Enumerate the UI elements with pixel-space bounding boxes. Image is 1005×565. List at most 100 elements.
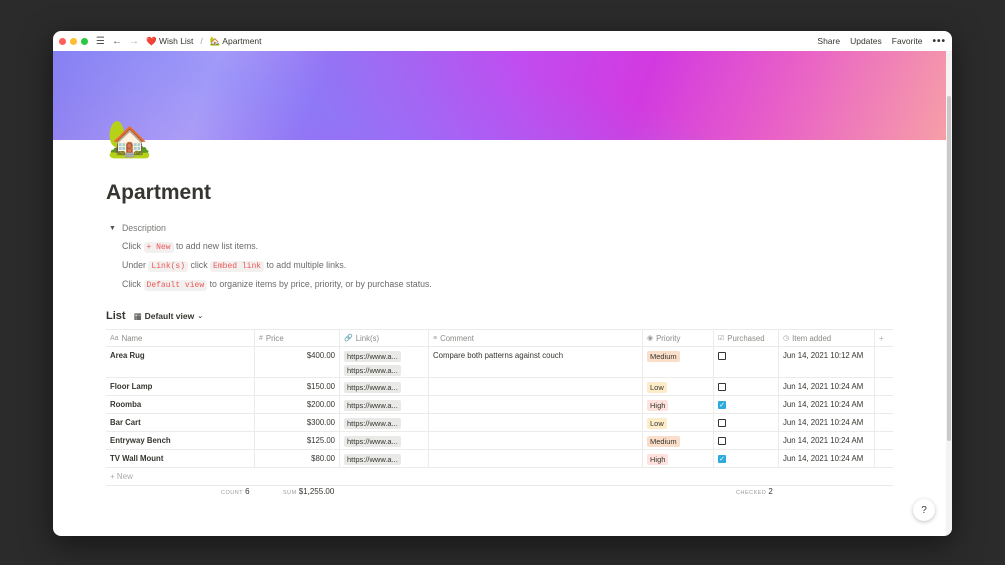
- cell-links[interactable]: https://www.a...: [340, 450, 429, 467]
- link-chip[interactable]: https://www.a...: [344, 436, 401, 447]
- cell-item-added: Jun 14, 2021 10:12 AM: [779, 347, 875, 377]
- empty-cell: [875, 378, 893, 395]
- table-icon: ▦: [133, 310, 142, 321]
- priority-tag: Low: [647, 382, 667, 393]
- column-header-comment[interactable]: ≡ Comment: [429, 330, 643, 346]
- cell-links[interactable]: https://www.a...: [340, 432, 429, 449]
- description-line: Under Link(s) click Embed link to add mu…: [122, 260, 347, 272]
- purchased-checkbox[interactable]: [718, 351, 726, 360]
- text-lines-icon: ≡: [433, 334, 438, 342]
- checked-summary[interactable]: CHECKED 2: [736, 487, 773, 496]
- column-header-links[interactable]: 🔗 Link(s): [340, 330, 429, 346]
- page-title[interactable]: Apartment: [106, 181, 211, 205]
- link-chip[interactable]: https://www.a...: [344, 365, 401, 376]
- cell-comment[interactable]: [429, 432, 643, 449]
- column-header-price[interactable]: # Price: [255, 330, 340, 346]
- cell-name[interactable]: TV Wall Mount: [106, 450, 255, 467]
- forward-arrow-icon[interactable]: →: [129, 36, 139, 47]
- scrollbar-thumb[interactable]: [947, 96, 951, 441]
- window-controls: [59, 37, 88, 45]
- more-options-icon[interactable]: •••: [932, 36, 946, 47]
- cell-item-added: Jun 14, 2021 10:24 AM: [779, 450, 875, 467]
- cell-name[interactable]: Area Rug: [106, 347, 255, 377]
- scrollbar[interactable]: [946, 51, 952, 536]
- cell-priority[interactable]: High: [643, 450, 714, 467]
- cell-price[interactable]: $80.00: [255, 450, 340, 467]
- cell-price[interactable]: $200.00: [255, 396, 340, 413]
- column-header-name[interactable]: Aa Name: [106, 330, 255, 346]
- share-button[interactable]: Share: [817, 36, 840, 46]
- clock-icon: ◷: [783, 335, 790, 342]
- cell-priority[interactable]: Medium: [643, 432, 714, 449]
- column-header-purchased[interactable]: ☑ Purchased: [714, 330, 779, 346]
- cell-name[interactable]: Entryway Bench: [106, 432, 255, 449]
- cell-comment[interactable]: [429, 450, 643, 467]
- breadcrumb-separator: /: [200, 36, 203, 46]
- cell-name[interactable]: Roomba: [106, 396, 255, 413]
- cell-priority[interactable]: Low: [643, 414, 714, 431]
- cell-name[interactable]: Bar Cart: [106, 414, 255, 431]
- column-header-priority[interactable]: ◉ Priority: [643, 330, 714, 346]
- page-cover[interactable]: [53, 51, 952, 140]
- favorite-button[interactable]: Favorite: [892, 36, 923, 46]
- cell-comment[interactable]: [429, 414, 643, 431]
- link-chip[interactable]: https://www.a...: [344, 454, 401, 465]
- table-row[interactable]: Bar Cart $300.00 https://www.a... Low Ju…: [106, 414, 893, 432]
- description-toggle[interactable]: ▼ Description: [109, 223, 432, 233]
- chevron-down-icon: ⌄: [197, 313, 204, 320]
- text-property-icon: Aa: [110, 334, 119, 342]
- updates-button[interactable]: Updates: [850, 36, 882, 46]
- purchased-checkbox[interactable]: [718, 436, 726, 445]
- purchased-checkbox[interactable]: [718, 418, 726, 427]
- link-chip[interactable]: https://www.a...: [344, 418, 401, 429]
- cell-price[interactable]: $150.00: [255, 378, 340, 395]
- titlebar: ☰ ← → ❤️ Wish List / 🏡 Apartment Share U…: [53, 31, 952, 51]
- purchased-checkbox-checked[interactable]: ✓: [718, 454, 726, 463]
- purchased-checkbox-checked[interactable]: ✓: [718, 400, 726, 409]
- cell-price[interactable]: $125.00: [255, 432, 340, 449]
- cell-links[interactable]: https://www.a...: [340, 378, 429, 395]
- empty-cell: [875, 347, 893, 377]
- maximize-window-button[interactable]: [81, 37, 88, 45]
- breadcrumb-wishlist[interactable]: ❤️ Wish List: [146, 36, 193, 47]
- sidebar-menu-icon[interactable]: ☰: [96, 36, 105, 47]
- table-row[interactable]: Roomba $200.00 https://www.a... High ✓ J…: [106, 396, 893, 414]
- link-chip[interactable]: https://www.a...: [344, 351, 401, 362]
- empty-cell: [875, 396, 893, 413]
- cell-comment[interactable]: [429, 378, 643, 395]
- cell-priority[interactable]: Medium: [643, 347, 714, 377]
- cell-price[interactable]: $300.00: [255, 414, 340, 431]
- table-row[interactable]: TV Wall Mount $80.00 https://www.a... Hi…: [106, 450, 893, 468]
- view-selector[interactable]: ▦ Default view ⌄: [134, 311, 204, 322]
- table-row[interactable]: Area Rug $400.00 https://www.a... https:…: [106, 347, 893, 378]
- table-row[interactable]: Entryway Bench $125.00 https://www.a... …: [106, 432, 893, 450]
- add-column-icon[interactable]: +: [875, 330, 893, 346]
- cell-name[interactable]: Floor Lamp: [106, 378, 255, 395]
- add-new-row-button[interactable]: + New: [106, 468, 893, 486]
- cell-price[interactable]: $400.00: [255, 347, 340, 377]
- cell-links[interactable]: https://www.a... https://www.a...: [340, 347, 429, 377]
- help-button[interactable]: ?: [913, 499, 935, 521]
- minimize-window-button[interactable]: [70, 37, 77, 45]
- back-arrow-icon[interactable]: ←: [112, 36, 122, 47]
- link-chip[interactable]: https://www.a...: [344, 382, 401, 393]
- cell-links[interactable]: https://www.a...: [340, 396, 429, 413]
- table-row[interactable]: Floor Lamp $150.00 https://www.a... Low …: [106, 378, 893, 396]
- purchased-checkbox[interactable]: [718, 382, 726, 391]
- link-chip[interactable]: https://www.a...: [344, 400, 401, 411]
- cell-priority[interactable]: High: [643, 396, 714, 413]
- cell-priority[interactable]: Low: [643, 378, 714, 395]
- triangle-down-icon[interactable]: ▼: [109, 225, 116, 232]
- list-title[interactable]: List: [106, 310, 126, 322]
- cell-comment[interactable]: Compare both patterns against couch: [429, 347, 643, 377]
- breadcrumb: ❤️ Wish List / 🏡 Apartment: [146, 36, 262, 47]
- page-icon[interactable]: 🏡: [107, 121, 152, 157]
- empty-cell: [875, 450, 893, 467]
- cell-comment[interactable]: [429, 396, 643, 413]
- breadcrumb-apartment[interactable]: 🏡 Apartment: [210, 36, 262, 47]
- sum-summary[interactable]: SUM $1,255.00: [283, 487, 334, 496]
- count-summary[interactable]: COUNT 6: [221, 487, 250, 496]
- cell-links[interactable]: https://www.a...: [340, 414, 429, 431]
- column-header-item-added[interactable]: ◷ Item added: [779, 330, 875, 346]
- close-window-button[interactable]: [59, 37, 66, 45]
